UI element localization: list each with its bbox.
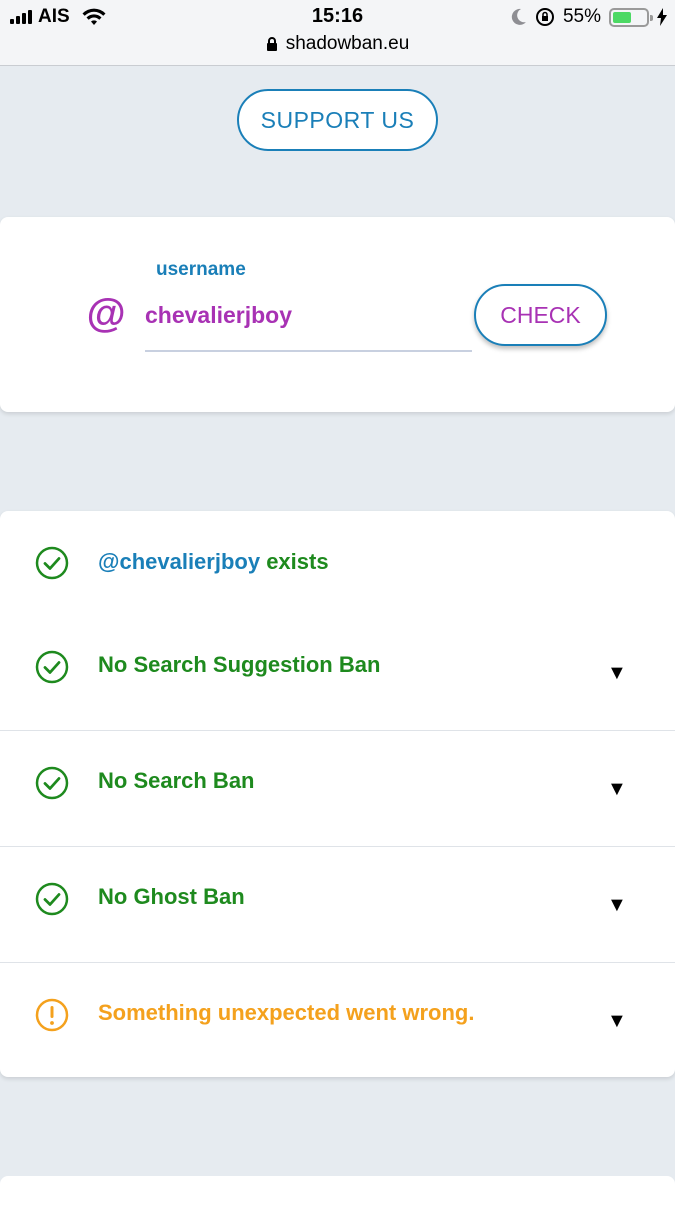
- support-us-button[interactable]: SUPPORT US: [237, 89, 438, 151]
- lock-icon: [266, 36, 277, 51]
- address-bar[interactable]: shadowban.eu: [0, 33, 675, 55]
- result-error[interactable]: Something unexpected went wrong.: [98, 1000, 474, 1026]
- result-exists-text: exists: [260, 549, 329, 574]
- rotation-lock-icon: [535, 8, 554, 26]
- next-card: [0, 1176, 675, 1216]
- battery-percent: 55%: [562, 6, 601, 27]
- moon-icon: [511, 8, 526, 25]
- username-input[interactable]: [145, 294, 472, 352]
- check-circle-icon: [35, 546, 69, 580]
- expand-caret-icon[interactable]: ▼: [607, 894, 627, 917]
- result-search-ban[interactable]: No Search Ban: [98, 768, 255, 794]
- expand-caret-icon[interactable]: ▼: [607, 778, 627, 801]
- check-circle-icon: [35, 650, 69, 684]
- check-circle-icon: [35, 766, 69, 800]
- battery-icon: [609, 7, 653, 27]
- expand-caret-icon[interactable]: ▼: [607, 662, 627, 685]
- battery-level: [613, 11, 631, 23]
- browser-chrome: AIS 15:16 55% shadowban.eu: [0, 0, 675, 66]
- row-divider: [0, 730, 675, 731]
- warning-circle-icon: [35, 998, 69, 1032]
- url-text: shadowban.eu: [285, 33, 410, 54]
- row-divider: [0, 846, 675, 847]
- result-search-suggestion-ban[interactable]: No Search Suggestion Ban: [98, 652, 380, 678]
- check-button[interactable]: CHECK: [474, 284, 607, 346]
- status-right: 55%: [511, 5, 667, 29]
- expand-caret-icon[interactable]: ▼: [607, 1010, 627, 1033]
- username-label: username: [156, 259, 246, 280]
- charging-bolt-icon: [657, 8, 667, 26]
- result-ghost-ban[interactable]: No Ghost Ban: [98, 884, 245, 910]
- result-handle: @chevalierjboy: [98, 549, 261, 574]
- check-circle-icon: [35, 882, 69, 916]
- row-divider: [0, 962, 675, 963]
- result-exists: @chevalierjboy exists: [98, 549, 329, 575]
- at-sign: @: [86, 292, 126, 336]
- results-card: [0, 511, 675, 1077]
